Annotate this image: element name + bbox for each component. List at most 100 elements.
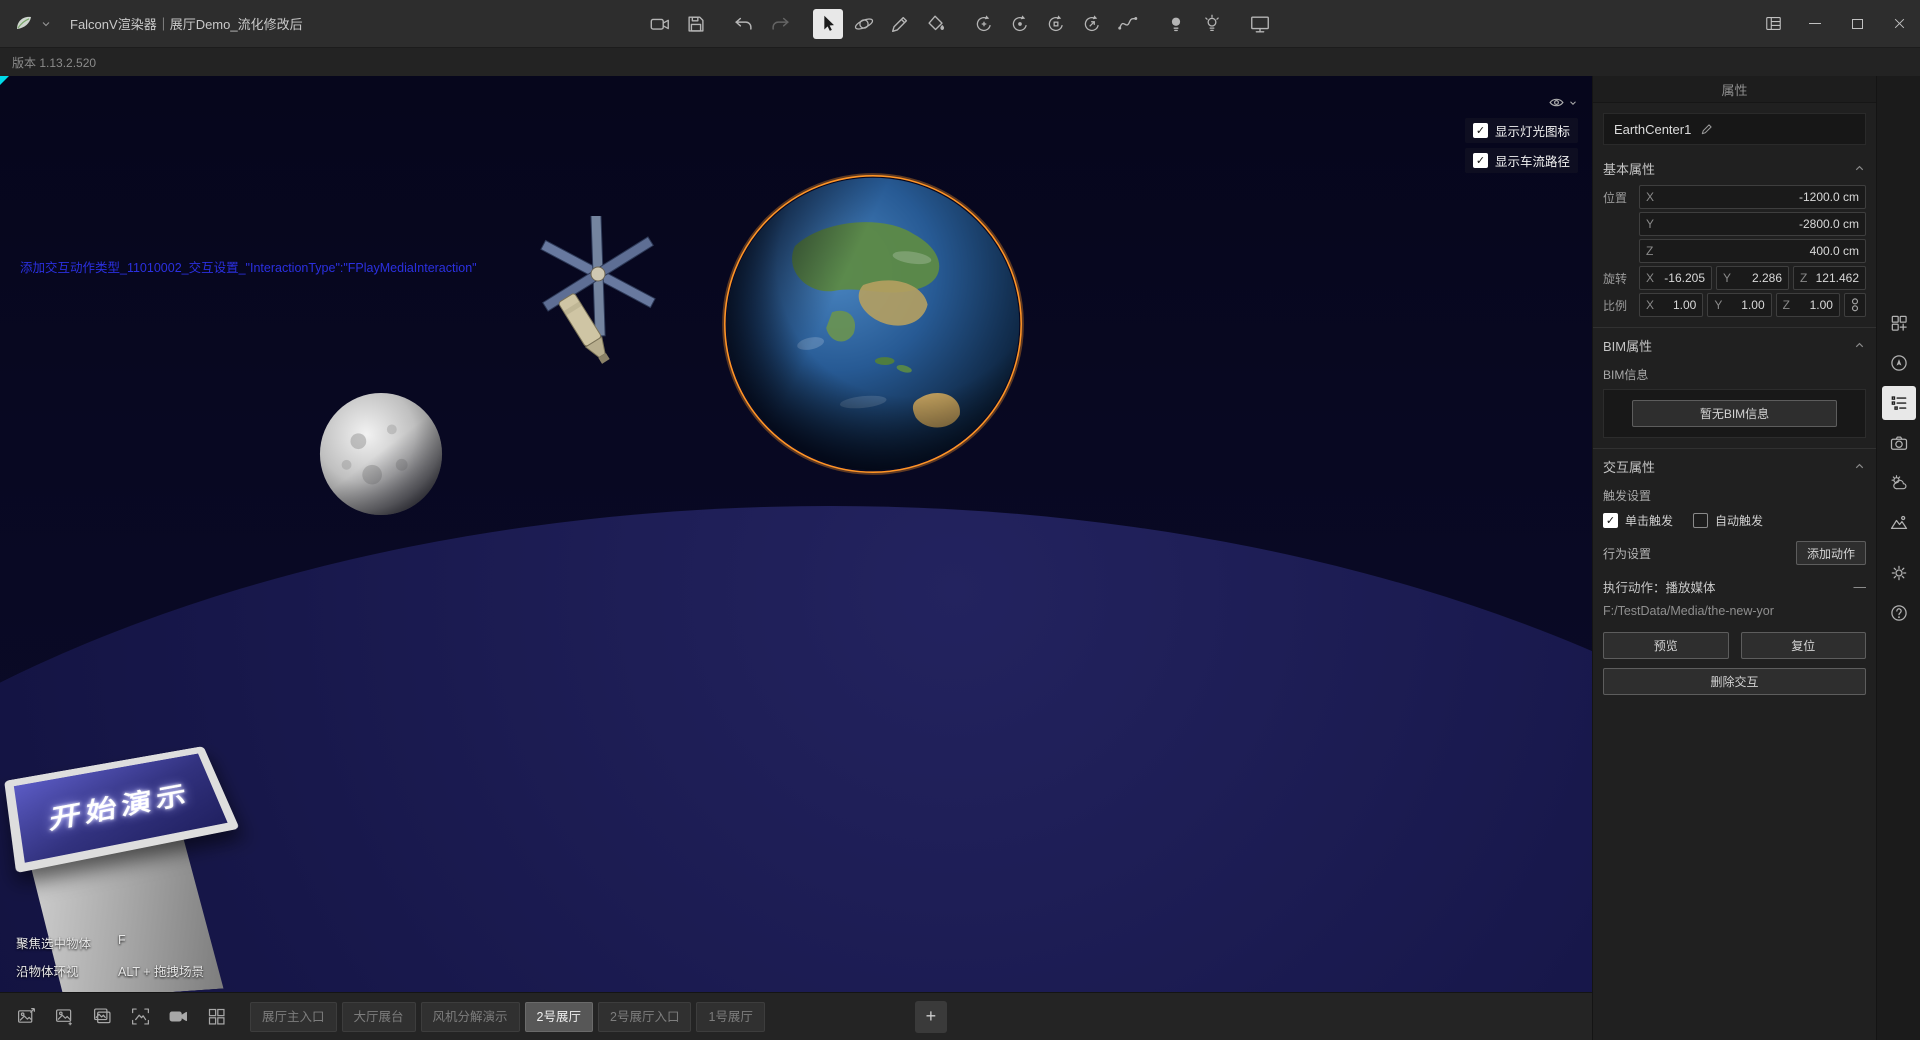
- position-x-input[interactable]: X -1200.0 cm: [1639, 185, 1866, 209]
- import-image-button[interactable]: [46, 999, 82, 1035]
- auto-trigger-checkbox[interactable]: 自动触发: [1693, 512, 1763, 529]
- add-rotate-animation-button[interactable]: [1005, 9, 1035, 39]
- tab-hall-main-entrance[interactable]: 展厅主入口: [250, 1002, 337, 1032]
- tab-lobby-booth[interactable]: 大厅展台: [342, 1002, 416, 1032]
- shortcut-hints: 聚焦选中物体 F 沿物体环视 ALT + 拖拽场景: [16, 933, 204, 980]
- delete-interaction-button[interactable]: 删除交互: [1603, 668, 1866, 695]
- title-bar: FalconV渲染器｜展厅Demo_流化修改后: [0, 0, 1920, 48]
- camera-button[interactable]: [1882, 426, 1916, 460]
- tab-hall-2-entrance[interactable]: 2号展厅入口: [598, 1002, 691, 1032]
- spot-light-button[interactable]: [1197, 9, 1227, 39]
- section-interaction-properties[interactable]: 交互属性: [1603, 449, 1866, 483]
- record-video-button[interactable]: [160, 999, 196, 1035]
- rotation-x-input[interactable]: X -16.205: [1639, 266, 1712, 290]
- media-path-text: F:/TestData/Media/the-new-yor: [1603, 604, 1866, 618]
- scale-y-input[interactable]: Y 1.00: [1707, 293, 1771, 317]
- add-path-animation-button[interactable]: [1077, 9, 1107, 39]
- layout-grid-button[interactable]: [1752, 0, 1794, 48]
- image-gallery-button[interactable]: [84, 999, 120, 1035]
- properties-panel: 属性 EarthCenter1 基本属性 位置: [1592, 76, 1876, 1040]
- section-basic-properties[interactable]: 基本属性: [1603, 151, 1866, 185]
- spline-tool-button[interactable]: [1113, 9, 1143, 39]
- capture-region-button[interactable]: [122, 999, 158, 1035]
- undo-button[interactable]: [729, 9, 759, 39]
- close-button[interactable]: [1878, 0, 1920, 48]
- position-z-input[interactable]: Z 400.0 cm: [1639, 239, 1866, 263]
- object-name: EarthCenter1: [1614, 122, 1691, 137]
- moon-object[interactable]: [317, 390, 445, 518]
- preview-button[interactable]: 预览: [1603, 632, 1729, 659]
- redo-button[interactable]: [765, 9, 795, 39]
- reset-button[interactable]: 复位: [1741, 632, 1867, 659]
- rotation-label: 旋转: [1603, 270, 1635, 287]
- scale-label: 比例: [1603, 297, 1635, 314]
- option-label: 显示车流路径: [1495, 151, 1570, 170]
- draw-tool-button[interactable]: [885, 9, 915, 39]
- export-image-button[interactable]: [8, 999, 44, 1035]
- navigation-button[interactable]: [1882, 346, 1916, 380]
- checkbox-checked-icon[interactable]: ✓: [1473, 153, 1488, 168]
- widgets-button[interactable]: [1882, 306, 1916, 340]
- add-move-animation-button[interactable]: [969, 9, 999, 39]
- edit-pencil-icon[interactable]: [1700, 122, 1714, 136]
- option-label: 显示灯光图标: [1495, 121, 1570, 140]
- environment-button[interactable]: [1882, 466, 1916, 500]
- view-grid-button[interactable]: [198, 999, 234, 1035]
- scene-tree-button[interactable]: [1882, 386, 1916, 420]
- object-name-field[interactable]: EarthCenter1: [1603, 113, 1866, 145]
- position-label: 位置: [1603, 189, 1635, 206]
- satellite-object[interactable]: [510, 216, 670, 386]
- version-label: 版本 1.13.2.520: [12, 54, 96, 71]
- window-controls: [1752, 0, 1920, 48]
- orbit-tool-button[interactable]: [849, 9, 879, 39]
- checkbox-checked-icon[interactable]: ✓: [1603, 513, 1618, 528]
- fill-tool-button[interactable]: [921, 9, 951, 39]
- panel-title: 属性: [1593, 76, 1876, 103]
- kiosk-screen-text: 开始演示: [43, 774, 193, 836]
- uniform-scale-link-icon[interactable]: [1844, 293, 1866, 317]
- checkbox-unchecked-icon[interactable]: [1693, 513, 1708, 528]
- right-sidebar: [1876, 76, 1920, 1040]
- show-traffic-paths-option[interactable]: ✓ 显示车流路径: [1465, 148, 1578, 173]
- tab-hall-1[interactable]: 1号展厅: [696, 1002, 764, 1032]
- viewport-corner-marker: [0, 76, 9, 85]
- position-y-input[interactable]: Y -2800.0 cm: [1639, 212, 1866, 236]
- maximize-button[interactable]: [1836, 0, 1878, 48]
- point-light-button[interactable]: [1161, 9, 1191, 39]
- show-light-icons-option[interactable]: ✓ 显示灯光图标: [1465, 118, 1578, 143]
- save-button[interactable]: [681, 9, 711, 39]
- select-tool-button[interactable]: [813, 9, 843, 39]
- tab-hall-2[interactable]: 2号展厅: [525, 1002, 593, 1032]
- rotation-y-input[interactable]: Y 2.286: [1716, 266, 1789, 290]
- add-scale-animation-button[interactable]: [1041, 9, 1071, 39]
- scale-x-input[interactable]: X 1.00: [1639, 293, 1703, 317]
- settings-gear-button[interactable]: [1882, 556, 1916, 590]
- chevron-up-icon[interactable]: [1853, 460, 1866, 473]
- scale-z-input[interactable]: Z 1.00: [1776, 293, 1840, 317]
- viewport-3d[interactable]: 添加交互动作类型_11010002_交互设置_"InteractionType"…: [0, 76, 1592, 992]
- chevron-up-icon[interactable]: [1853, 162, 1866, 175]
- minimize-button[interactable]: [1794, 0, 1836, 48]
- trigger-settings-label: 触发设置: [1603, 487, 1866, 504]
- terrain-button[interactable]: [1882, 506, 1916, 540]
- no-bim-info-button[interactable]: 暂无BIM信息: [1632, 400, 1837, 427]
- app-menu[interactable]: [0, 12, 52, 36]
- add-action-button[interactable]: 添加动作: [1796, 541, 1866, 565]
- help-button[interactable]: [1882, 596, 1916, 630]
- chevron-up-icon[interactable]: [1853, 339, 1866, 352]
- add-scene-tab-button[interactable]: +: [915, 1001, 947, 1033]
- chevron-down-icon: [1568, 98, 1578, 108]
- bottom-toolbar: 展厅主入口 大厅展台 风机分解演示 2号展厅 2号展厅入口 1号展厅 +: [0, 992, 1592, 1040]
- window-title: FalconV渲染器｜展厅Demo_流化修改后: [70, 14, 303, 33]
- checkbox-checked-icon[interactable]: ✓: [1473, 123, 1488, 138]
- click-trigger-checkbox[interactable]: ✓ 单击触发: [1603, 512, 1673, 529]
- remove-action-button[interactable]: —: [1854, 580, 1867, 594]
- tab-turbine-demo[interactable]: 风机分解演示: [421, 1002, 520, 1032]
- video-capture-button[interactable]: [645, 9, 675, 39]
- bim-info-box: 暂无BIM信息: [1603, 389, 1866, 438]
- earth-object-selected[interactable]: [717, 168, 1029, 480]
- display-device-button[interactable]: [1245, 9, 1275, 39]
- section-bim-properties[interactable]: BIM属性: [1603, 328, 1866, 362]
- rotation-z-input[interactable]: Z 121.462: [1793, 266, 1866, 290]
- visibility-dropdown[interactable]: [1548, 94, 1578, 111]
